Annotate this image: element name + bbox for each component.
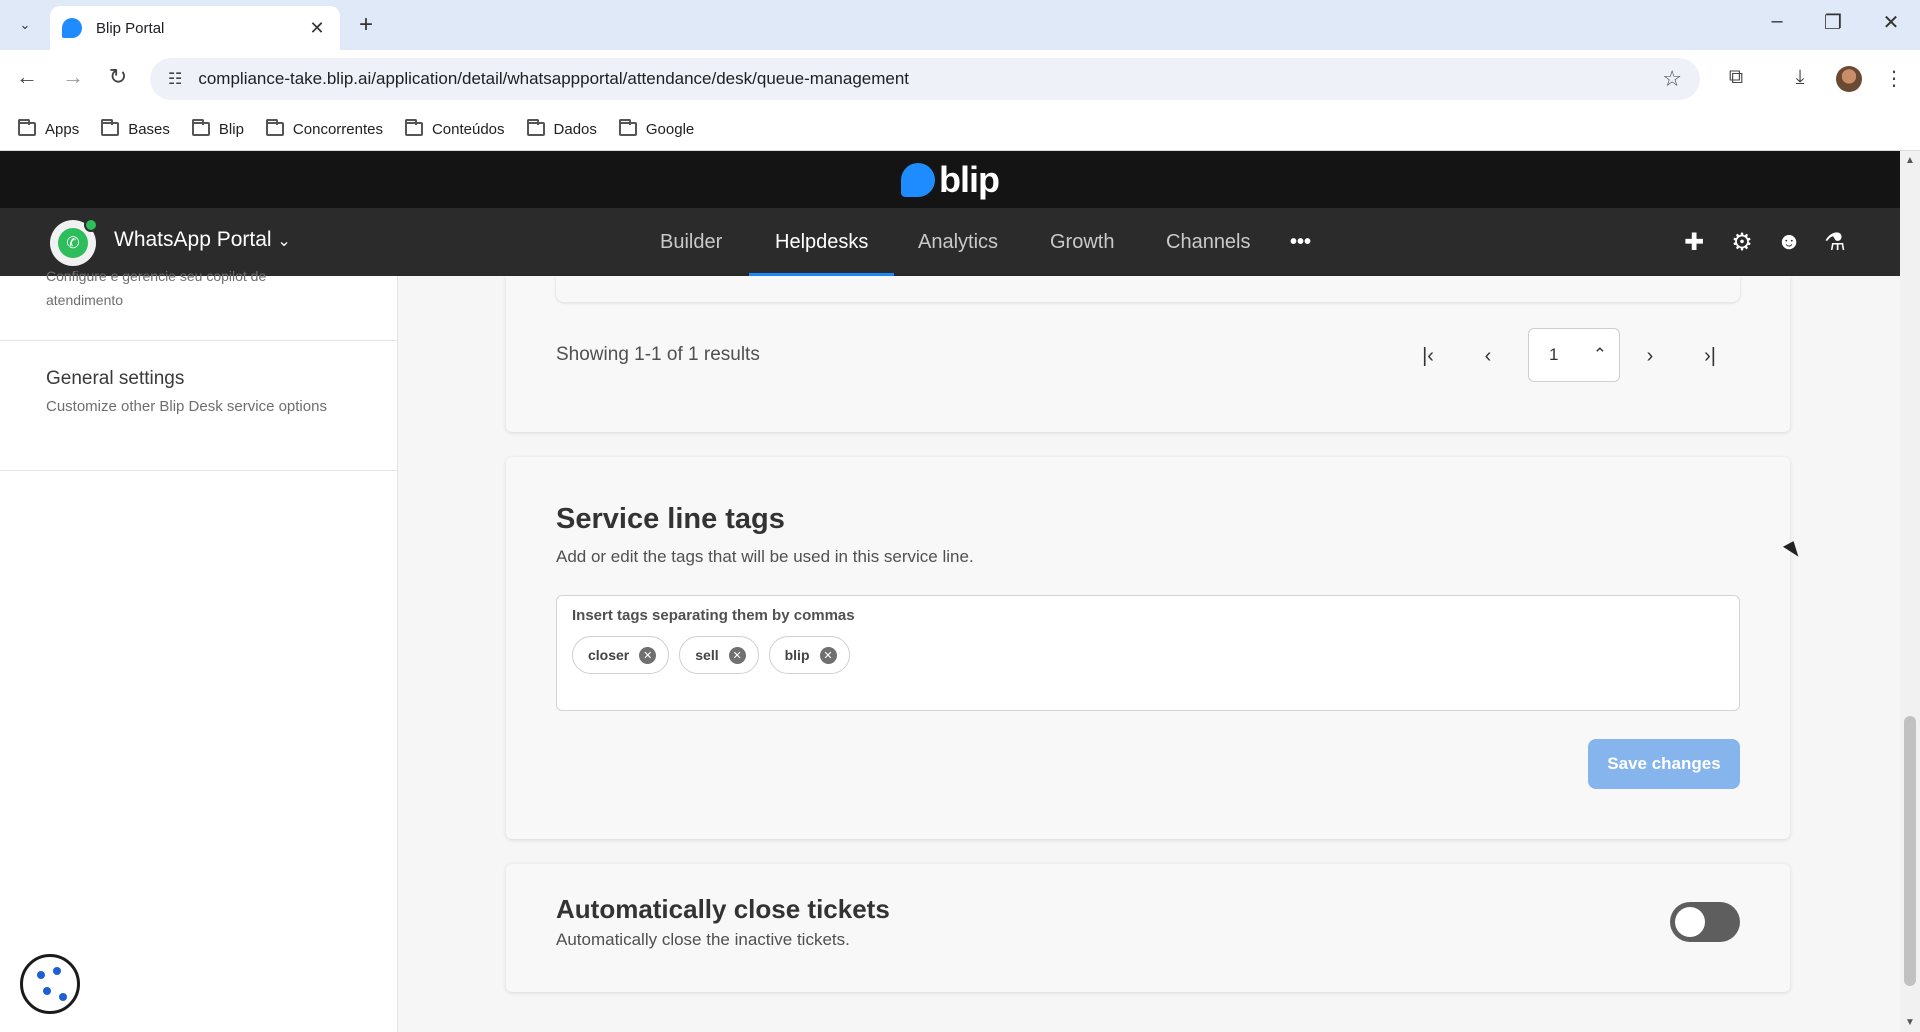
omnibox[interactable]: ☷ compliance-take.blip.ai/application/de… bbox=[150, 58, 1700, 100]
folder-icon bbox=[404, 119, 423, 136]
back-icon[interactable]: ← bbox=[12, 64, 42, 90]
copilot-desc-line2: atendimento bbox=[46, 292, 124, 308]
last-page-icon[interactable]: ›| bbox=[1692, 338, 1728, 374]
folder-icon bbox=[526, 119, 545, 136]
general-settings-desc: Customize other Blip Desk service option… bbox=[46, 398, 327, 415]
auto-close-toggle[interactable] bbox=[1670, 902, 1740, 942]
brand-bar: blip bbox=[0, 151, 1900, 208]
scroll-down-icon[interactable]: ▼ bbox=[1900, 1017, 1920, 1028]
tab-title: Blip Portal bbox=[96, 19, 165, 37]
whatsapp-icon: ✆ bbox=[58, 228, 88, 258]
bookmark-google[interactable]: Google bbox=[618, 119, 694, 138]
cookie-settings-icon[interactable] bbox=[20, 954, 80, 1014]
profile-avatar[interactable] bbox=[1836, 66, 1862, 92]
blip-logo[interactable]: blip bbox=[901, 159, 1000, 201]
nav-analytics[interactable]: Analytics bbox=[918, 208, 998, 276]
toggle-knob bbox=[1675, 907, 1705, 937]
tags-input[interactable]: Insert tags separating them by commas cl… bbox=[556, 595, 1740, 711]
blip-bubble-icon bbox=[901, 162, 935, 197]
bookmark-conteudos[interactable]: Conteúdos bbox=[404, 119, 505, 138]
bookmark-star-icon[interactable]: ☆ bbox=[1662, 66, 1682, 92]
forward-icon[interactable]: → bbox=[58, 64, 88, 90]
bookmark-apps[interactable]: Apps bbox=[18, 119, 79, 138]
next-page-icon[interactable]: › bbox=[1632, 338, 1668, 374]
folder-icon bbox=[618, 119, 637, 136]
bookmark-concorrentes[interactable]: Concorrentes bbox=[265, 119, 383, 138]
tags-card-title: Service line tags bbox=[556, 503, 785, 535]
tag-list: closer ✕ sell ✕ blip ✕ bbox=[572, 636, 860, 674]
queues-card: Showing 1-1 of 1 results |‹ ‹ 1 ⌃ › ›| bbox=[506, 276, 1790, 432]
auto-close-subtitle: Automatically close the inactive tickets… bbox=[556, 930, 850, 949]
minimize-icon[interactable]: – bbox=[1762, 10, 1792, 33]
bot-avatar[interactable]: ✆ bbox=[50, 218, 98, 266]
tab-close-icon[interactable]: ✕ bbox=[306, 18, 328, 39]
online-status-dot bbox=[84, 218, 98, 232]
previous-page-icon[interactable]: ‹ bbox=[1470, 338, 1506, 374]
new-tab-icon[interactable]: + bbox=[352, 11, 380, 39]
folder-icon bbox=[191, 119, 210, 136]
page-number: 1 bbox=[1549, 345, 1559, 364]
service-line-tags-card: Service line tags Add or edit the tags t… bbox=[506, 457, 1790, 839]
tag-chip: closer ✕ bbox=[572, 636, 670, 674]
sidebar-divider bbox=[0, 340, 398, 341]
auto-close-title: Automatically close tickets bbox=[556, 894, 890, 924]
tags-card-subtitle: Add or edit the tags that will be used i… bbox=[556, 547, 974, 566]
browser-tab-bar: ⌄ Blip Portal ✕ + – ❐ ✕ bbox=[0, 0, 1920, 50]
remove-tag-icon[interactable]: ✕ bbox=[639, 646, 657, 664]
tag-chip: blip ✕ bbox=[768, 636, 850, 674]
nav-growth[interactable]: Growth bbox=[1050, 208, 1114, 276]
auto-close-tickets-card: Automatically close tickets Automaticall… bbox=[506, 864, 1790, 992]
page-scrollbar[interactable]: ▲ ▼ bbox=[1900, 151, 1920, 1032]
sidebar-item-copilot[interactable]: Configure e gerencie seu copilot de aten… bbox=[46, 268, 266, 312]
address-bar-row: ← → ↻ ☷ compliance-take.blip.ai/applicat… bbox=[0, 50, 1920, 108]
restore-icon[interactable]: ❐ bbox=[1818, 10, 1848, 35]
page-select[interactable]: 1 ⌃ bbox=[1528, 328, 1620, 382]
bookmark-blip[interactable]: Blip bbox=[191, 119, 244, 138]
first-page-icon[interactable]: |‹ bbox=[1410, 338, 1446, 374]
settings-gear-icon[interactable]: ⚙ bbox=[1727, 228, 1757, 257]
nav-helpdesks[interactable]: Helpdesks bbox=[748, 208, 895, 276]
folder-icon bbox=[101, 119, 120, 136]
copilot-desc-line1: Configure e gerencie seu copilot de bbox=[46, 268, 267, 284]
chevron-down-icon: ⌄ bbox=[277, 233, 291, 250]
download-icon[interactable]: ⤓ bbox=[1786, 66, 1814, 89]
extensions-icon[interactable]: ⧉ bbox=[1722, 66, 1750, 89]
lab-flask-icon[interactable]: ⚗ bbox=[1820, 228, 1850, 257]
remove-tag-icon[interactable]: ✕ bbox=[728, 646, 746, 664]
chevron-up-icon: ⌃ bbox=[1592, 345, 1607, 364]
remove-tag-icon[interactable]: ✕ bbox=[819, 646, 837, 664]
folder-icon bbox=[265, 119, 284, 136]
folder-icon bbox=[18, 119, 36, 136]
site-info-icon[interactable]: ☷ bbox=[168, 69, 182, 89]
tags-input-label: Insert tags separating them by commas bbox=[572, 607, 855, 624]
bot-selector[interactable]: WhatsApp Portal ⌄ bbox=[114, 228, 291, 252]
url-text[interactable]: compliance-take.blip.ai/application/deta… bbox=[198, 69, 1662, 89]
team-users-icon[interactable]: ☻ bbox=[1774, 228, 1804, 256]
tag-chip: sell ✕ bbox=[679, 636, 759, 674]
general-settings-title: General settings bbox=[46, 368, 185, 389]
tab-search-chevron-icon[interactable]: ⌄ bbox=[10, 12, 40, 38]
bookmark-bases[interactable]: Bases bbox=[101, 119, 170, 138]
blip-favicon-icon bbox=[62, 18, 82, 38]
extensions-puzzle-icon[interactable]: ✚ bbox=[1679, 228, 1709, 257]
app-navigation: ✆ WhatsApp Portal ⌄ Builder Helpdesks An… bbox=[0, 208, 1900, 276]
results-count: Showing 1-1 of 1 results bbox=[556, 344, 760, 365]
bookmarks-bar: Apps Bases Blip Concorrentes Conteúdos D… bbox=[0, 108, 1920, 151]
bookmark-dados[interactable]: Dados bbox=[526, 119, 597, 138]
scrollbar-thumb[interactable] bbox=[1904, 716, 1916, 986]
nav-channels[interactable]: Channels bbox=[1166, 208, 1251, 276]
browser-tab[interactable]: Blip Portal ✕ bbox=[50, 6, 340, 50]
queue-table-bottom bbox=[556, 276, 1740, 302]
reload-icon[interactable]: ↻ bbox=[103, 64, 133, 90]
save-changes-button[interactable]: Save changes bbox=[1588, 739, 1740, 789]
window-close-icon[interactable]: ✕ bbox=[1876, 10, 1906, 35]
settings-sidebar: Configure e gerencie seu copilot de aten… bbox=[0, 268, 398, 1032]
browser-menu-icon[interactable]: ⋮ bbox=[1880, 66, 1908, 91]
sidebar-divider bbox=[0, 470, 398, 471]
nav-builder[interactable]: Builder bbox=[660, 208, 722, 276]
more-menu-icon[interactable]: ••• bbox=[1290, 208, 1311, 276]
scroll-up-icon[interactable]: ▲ bbox=[1900, 155, 1920, 166]
